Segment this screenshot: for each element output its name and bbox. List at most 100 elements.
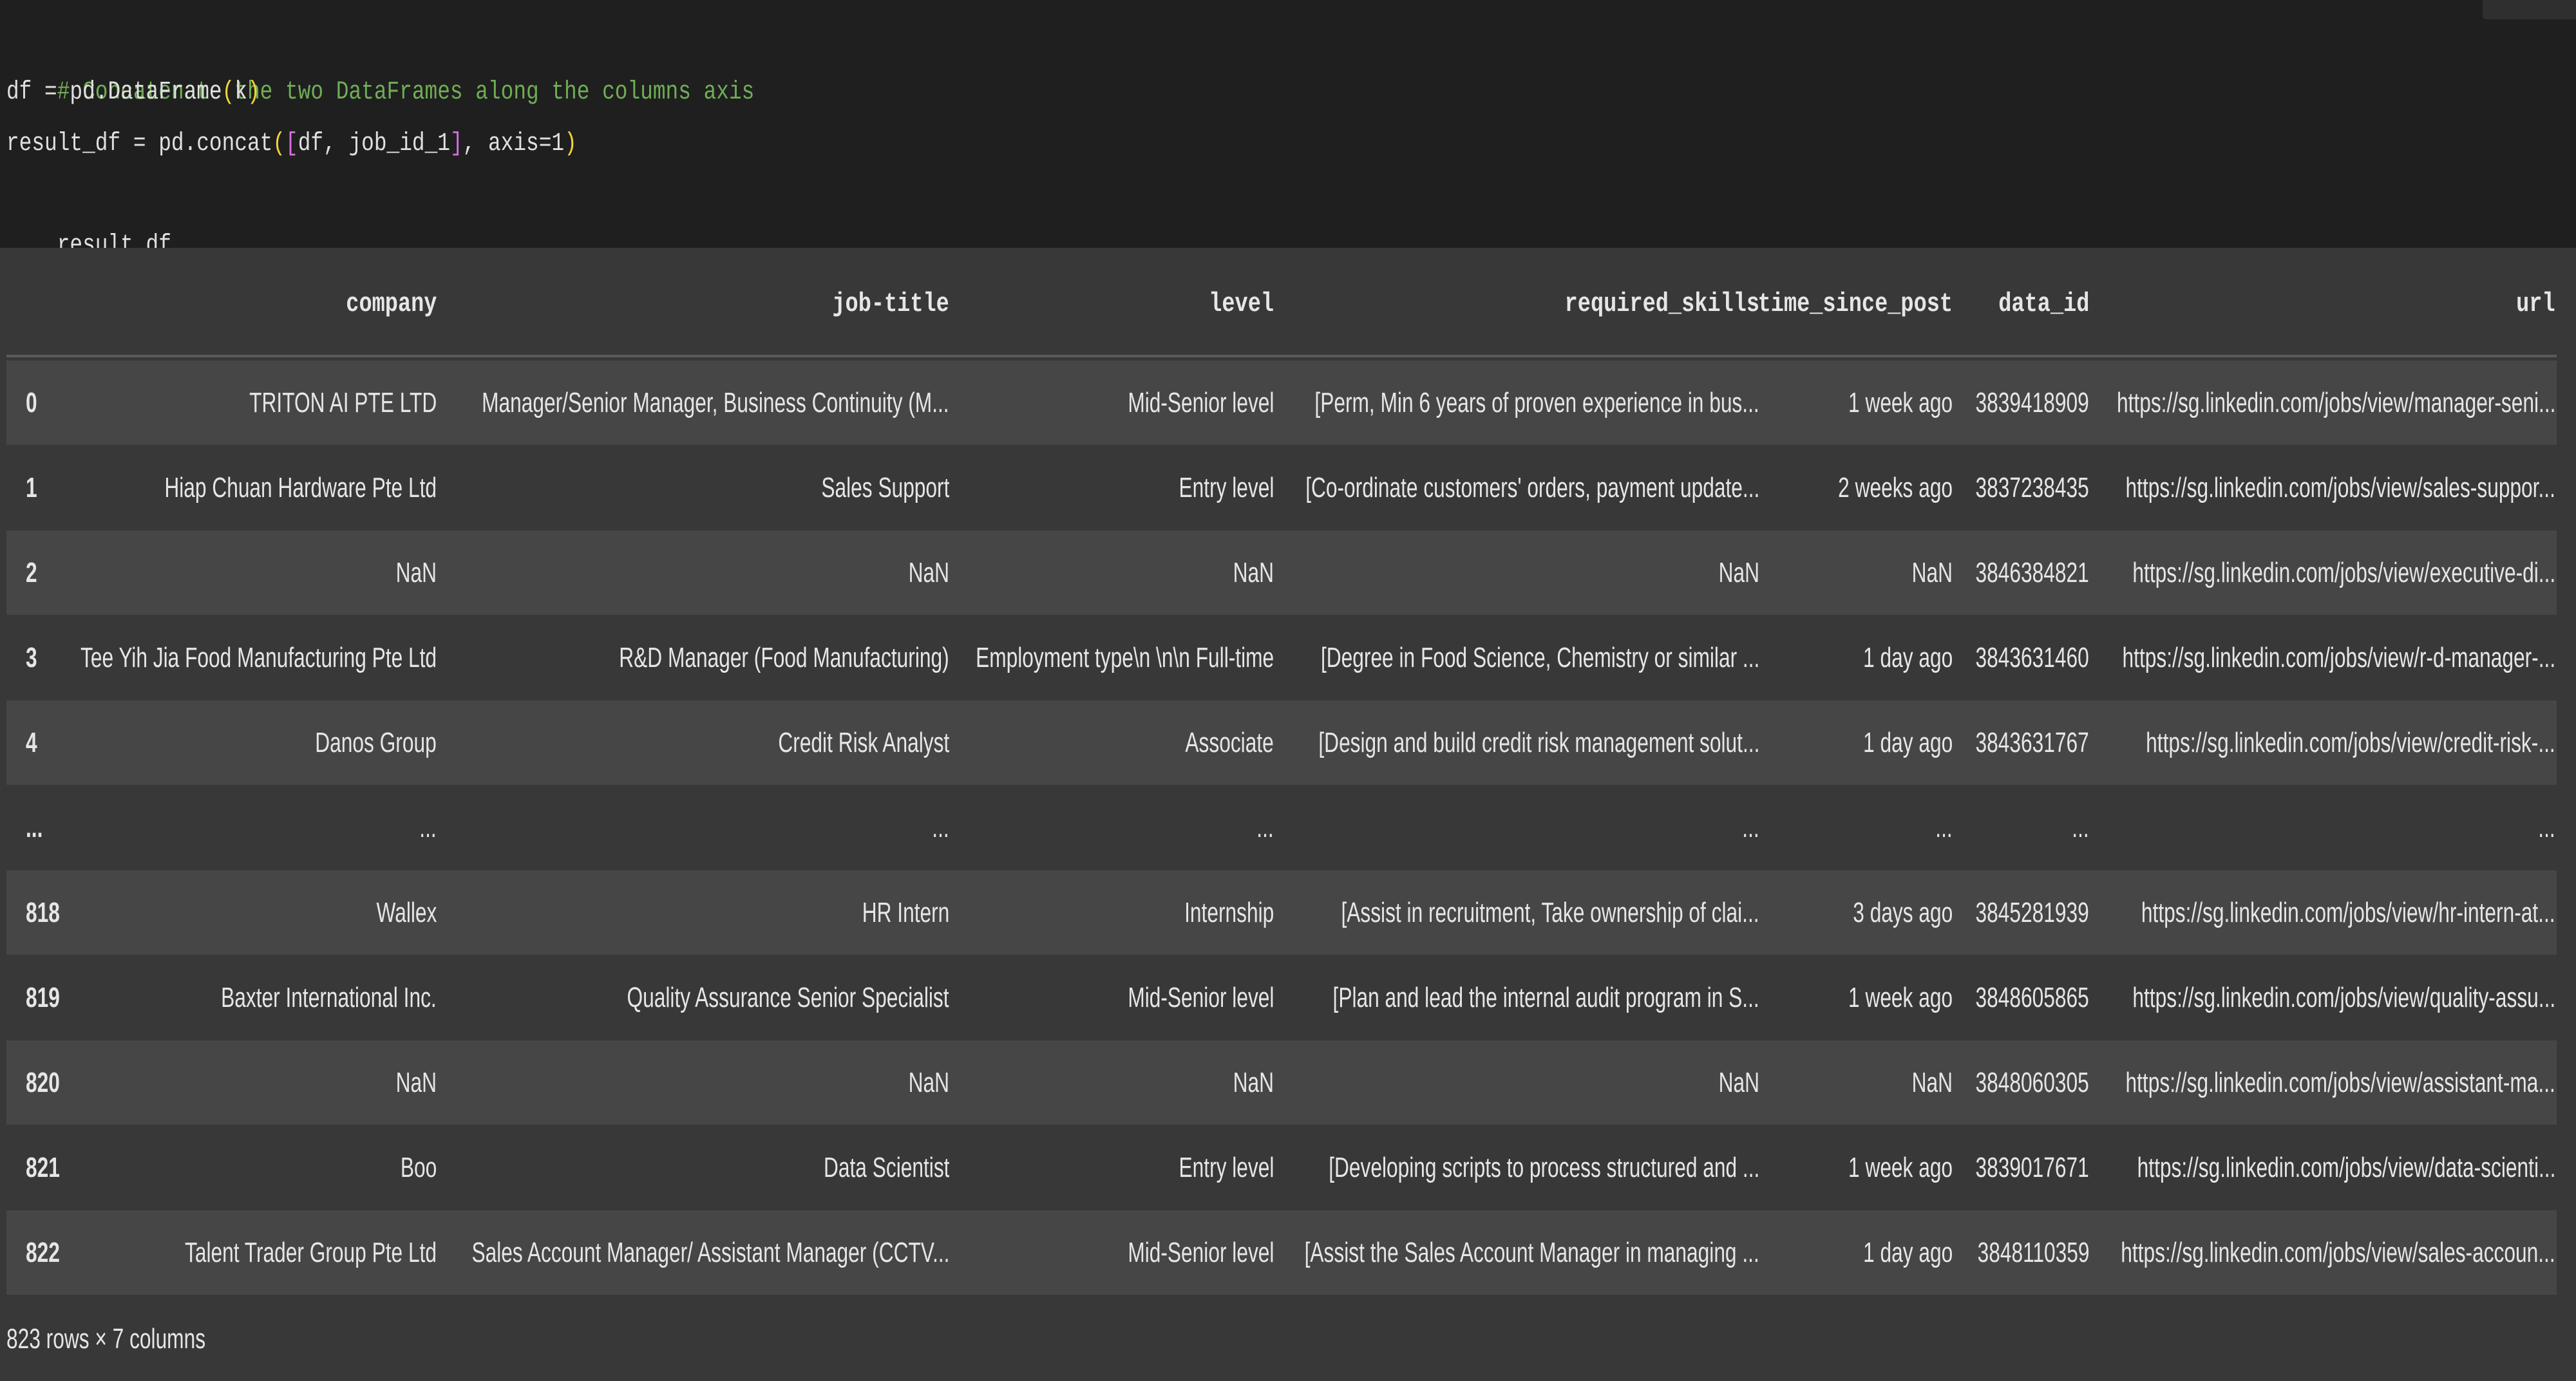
code-line-comment: # Concatenate the two DataFrames along t… [6, 15, 755, 107]
table-row: 822 Talent Trader Group Pte Ltd Sales Acco… [6, 1210, 2557, 1295]
code-line-concat: result_df = pd.concat([df, job_id_1], ax… [6, 118, 577, 170]
column-header-company: company [345, 288, 437, 319]
table-row: 820 NaN NaN NaN NaN NaN 3848060305 https://sg.l… [6, 1040, 2557, 1125]
cell-url: https://sg.linkedin.com/jobs/view/sales-… [2125, 471, 2555, 503]
cell-data-id: 3848605865 [1975, 981, 2089, 1013]
cell-data-id: 3848060305 [1975, 1066, 2089, 1098]
cell-company: Talent Trader Group Pte Ltd [185, 1236, 437, 1268]
cell-job-title: R&D Manager (Food Manufacturing) [619, 641, 949, 673]
cell-required-skills: [Plan and lead the internal audit progra… [1332, 981, 1759, 1013]
cell-company: Tee Yih Jia Food Manufacturing Pte Ltd [80, 641, 437, 673]
cell-time-since-post: NaN [1911, 1066, 1953, 1098]
cell-time-since-post: 1 day ago [1862, 726, 1953, 758]
cell-required-skills: [Co-ordinate customers' orders, payment … [1305, 471, 1759, 503]
cell-url: ... [2538, 811, 2555, 843]
cell-data-id: 3839418909 [1975, 386, 2089, 418]
cell-url: https://sg.linkedin.com/jobs/view/hr-int… [2141, 896, 2555, 928]
cell-data-id: 3846384821 [1975, 556, 2089, 588]
cell-required-skills: [Assist the Sales Account Manager in man… [1304, 1236, 1759, 1268]
cell-data-id: 3837238435 [1975, 471, 2089, 503]
table-row: 3 Tee Yih Jia Food Manufacturing Pte Ltd R… [6, 615, 2557, 700]
cell-url: https://sg.linkedin.com/jobs/view/r-d-ma… [2122, 641, 2555, 673]
cell-data-id: 3843631767 [1975, 726, 2089, 758]
table-row: 4 Danos Group Credit Risk Analyst Associate… [6, 700, 2557, 785]
cell-time-since-post: 3 days ago [1852, 896, 1953, 928]
code-text: df = pd.DataFrame [6, 78, 222, 107]
cell-level: Associate [1185, 726, 1274, 758]
cell-toolbar-tab[interactable] [2483, 0, 2576, 19]
cell-required-skills: [Design and build credit risk management… [1318, 726, 1759, 758]
cell-company: Baxter International Inc. [221, 981, 437, 1013]
code-paren: ) [564, 129, 577, 158]
cell-level: Entry level [1179, 471, 1274, 503]
code-text: df, job_id_1 [298, 129, 450, 158]
table-row: 2 NaN NaN NaN NaN NaN 3846384821 https://sg.lin… [6, 531, 2557, 615]
column-header-required-skills: required_skills [1564, 288, 1759, 319]
cell-required-skills: [Degree in Food Science, Chemistry or si… [1320, 641, 1759, 673]
table-row: 818 Wallex HR Intern Internship [Assist in r… [6, 870, 2557, 955]
cell-company: NaN [395, 1066, 437, 1098]
cell-time-since-post: 1 week ago [1848, 1151, 1953, 1183]
code-paren: ( [272, 129, 286, 158]
cell-level: Employment type\n \n\n Full-time [975, 641, 1274, 673]
cell-company: Hiap Chuan Hardware Pte Ltd [164, 471, 437, 503]
cell-level: Internship [1184, 896, 1274, 928]
cell-url: https://sg.linkedin.com/jobs/view/manage… [2116, 386, 2555, 418]
cell-level: Mid-Senior level [1127, 386, 1274, 418]
cell-time-since-post: 1 week ago [1848, 981, 1953, 1013]
cell-job-title: HR Intern [862, 896, 949, 928]
code-text: , axis=1 [462, 129, 565, 158]
cell-time-since-post: 2 weeks ago [1838, 471, 1953, 503]
cell-company: Danos Group [315, 726, 437, 758]
cell-job-title: Sales Support [820, 471, 949, 503]
cell-data-id: ... [2072, 811, 2089, 843]
cell-time-since-post: 1 day ago [1862, 641, 1953, 673]
cell-level: Entry level [1179, 1151, 1274, 1183]
cell-job-title: Sales Account Manager/ Assistant Manager… [471, 1236, 949, 1268]
cell-data-id: 3843631460 [1975, 641, 2089, 673]
table-row: 821 Boo Data Scientist Entry level [Developi… [6, 1125, 2557, 1210]
column-header-url: url [2516, 288, 2556, 319]
code-paren: ) [247, 78, 260, 107]
code-text: result_df = pd.concat [6, 129, 273, 158]
table-shape-info: 823 rows × 7 columns [6, 1323, 206, 1355]
cell-company: NaN [395, 556, 437, 588]
cell-url: https://sg.linkedin.com/jobs/view/qualit… [2132, 981, 2555, 1013]
cell-output: company job-title level required_skills … [0, 248, 2576, 1381]
cell-url: https://sg.linkedin.com/jobs/view/credit… [2146, 726, 2555, 758]
cell-level: Mid-Senior level [1127, 981, 1274, 1013]
table-row: 0 TRITON AI PTE LTD Manager/Senior Manager… [6, 361, 2557, 445]
table-header: company job-title level required_skills … [6, 248, 2557, 357]
cell-job-title: ... [932, 811, 949, 843]
cell-company: ... [419, 811, 437, 843]
cell-time-since-post: 1 day ago [1862, 1236, 1953, 1268]
cell-required-skills: NaN [1718, 556, 1759, 588]
table-row: 1 Hiap Chuan Hardware Pte Ltd Sales Suppor… [6, 446, 2557, 530]
cell-level: Mid-Senior level [1127, 1236, 1274, 1268]
cell-required-skills: NaN [1718, 1066, 1759, 1098]
cell-data-id: 3848110359 [1977, 1236, 2089, 1268]
cell-job-title: Credit Risk Analyst [778, 726, 949, 758]
cell-level: NaN [1233, 1066, 1274, 1098]
cell-company: Wallex [376, 896, 437, 928]
cell-job-title: Data Scientist [823, 1151, 949, 1183]
cell-job-title: Quality Assurance Senior Specialist [627, 981, 949, 1013]
code-line-dataframe: df = pd.DataFrame(k) [6, 67, 260, 118]
cell-data-id: 3845281939 [1975, 896, 2089, 928]
code-text: k [234, 78, 248, 107]
cell-url: https://sg.linkedin.com/jobs/view/data-s… [2137, 1151, 2555, 1183]
cell-job-title: NaN [908, 1066, 949, 1098]
cell-required-skills: ... [1742, 811, 1759, 843]
cell-job-title: NaN [908, 556, 949, 588]
cell-url: https://sg.linkedin.com/jobs/view/sales-… [2121, 1236, 2555, 1268]
column-header-time-since-post: time_since_post [1759, 288, 1953, 319]
cell-time-since-post: ... [1935, 811, 1953, 843]
cell-url: https://sg.linkedin.com/jobs/view/execut… [2132, 556, 2555, 588]
cell-data-id: 3839017671 [1975, 1151, 2089, 1183]
code-bracket: ] [450, 129, 463, 158]
cell-required-skills: [Perm, Min 6 years of proven experience … [1314, 386, 1759, 418]
code-cell[interactable]: # Concatenate the two DataFrames along t… [0, 0, 2576, 260]
column-header-data-id: data_id [1998, 288, 2089, 319]
code-bracket: [ [285, 129, 298, 158]
cell-time-since-post: NaN [1911, 556, 1953, 588]
